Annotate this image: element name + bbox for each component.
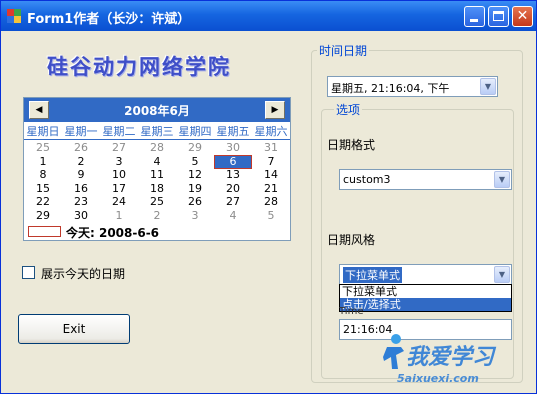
- chevron-down-icon[interactable]: ▼: [494, 171, 510, 188]
- date-format-label: 日期格式: [327, 138, 376, 152]
- date-format-select[interactable]: custom3 ▼: [339, 169, 512, 190]
- weekday-label: 星期六: [254, 125, 288, 138]
- calendar-day[interactable]: 29: [24, 209, 62, 223]
- today-marker: [28, 226, 61, 237]
- calendar-day[interactable]: 30: [62, 209, 100, 223]
- date-style-label: 日期风格: [327, 233, 376, 247]
- calendar-month-title[interactable]: 2008年6月: [84, 102, 230, 119]
- dropdown-option[interactable]: 下拉菜单式: [340, 285, 511, 298]
- calendar-day[interactable]: 3: [100, 155, 138, 169]
- date-format-value: custom3: [343, 173, 391, 186]
- main-window: Form1作者（长沙：许斌） ✕ 硅谷动力网络学院 ◀ 2008年6月 ▶ 星期…: [0, 0, 537, 394]
- calendar-day[interactable]: 4: [138, 155, 176, 169]
- maximize-button[interactable]: [488, 6, 509, 27]
- weekday-label: 星期四: [178, 125, 212, 138]
- dropdown-option-highlighted[interactable]: 点击/选择式: [340, 298, 511, 311]
- brand-title: 硅谷动力网络学院: [47, 55, 231, 79]
- close-icon: ✕: [516, 8, 529, 24]
- weekday-label: 星期二: [102, 125, 136, 138]
- next-month-button[interactable]: ▶: [265, 101, 285, 119]
- calendar-day[interactable]: 20: [214, 182, 252, 196]
- watermark-site: 5aixuexi.com: [397, 372, 479, 385]
- calendar-day[interactable]: 10: [100, 168, 138, 182]
- calendar-day[interactable]: 16: [62, 182, 100, 196]
- chevron-left-icon: ◀: [35, 105, 43, 115]
- watermark-text: 我爱学习: [406, 345, 495, 370]
- calendar-day[interactable]: 21: [252, 182, 290, 196]
- datetime-group-label: 时间日期: [317, 42, 370, 59]
- today-link[interactable]: 今天: 2008-6-6: [66, 224, 159, 241]
- calendar-day[interactable]: 26: [62, 141, 100, 155]
- calendar-day[interactable]: 23: [62, 195, 100, 209]
- weekday-label: 星期五: [216, 125, 250, 138]
- show-today-checkbox[interactable]: [22, 266, 35, 279]
- calendar-day[interactable]: 1: [100, 209, 138, 223]
- calendar-day[interactable]: 28: [252, 195, 290, 209]
- calendar-day[interactable]: 5: [176, 155, 214, 169]
- weekday-label: 星期三: [140, 125, 174, 138]
- calendar-day[interactable]: 27: [214, 195, 252, 209]
- calendar-day[interactable]: 28: [138, 141, 176, 155]
- calendar-day[interactable]: 24: [100, 195, 138, 209]
- window-title: Form1作者（长沙：许斌）: [27, 12, 191, 27]
- calendar-day[interactable]: 9: [62, 168, 100, 182]
- calendar-day[interactable]: 1: [24, 155, 62, 169]
- date-style-value: 下拉菜单式: [343, 267, 402, 283]
- calendar-day[interactable]: 2: [138, 209, 176, 223]
- minimize-button[interactable]: [464, 6, 485, 27]
- calendar-day[interactable]: 30: [214, 141, 252, 155]
- weekday-header-row: 星期日 星期一 星期二 星期三 星期四 星期五 星期六: [24, 124, 290, 140]
- chevron-down-icon[interactable]: ▼: [480, 78, 496, 95]
- title-bar[interactable]: Form1作者（长沙：许斌） ✕: [1, 1, 536, 31]
- calendar-day[interactable]: 25: [138, 195, 176, 209]
- app-icon[interactable]: [7, 9, 21, 23]
- time-label: Time: [339, 306, 364, 317]
- calendar-day[interactable]: 14: [252, 168, 290, 182]
- calendar-day[interactable]: 5: [252, 209, 290, 223]
- datetime-picker[interactable]: 星期五, 21:16:04, 下午 ▼: [327, 76, 498, 97]
- calendar-day[interactable]: 13: [214, 168, 252, 182]
- calendar-day[interactable]: 12: [176, 168, 214, 182]
- chevron-down-icon[interactable]: ▼: [494, 266, 510, 283]
- calendar-day[interactable]: 17: [100, 182, 138, 196]
- calendar-header: ◀ 2008年6月 ▶: [24, 98, 290, 122]
- calendar-day[interactable]: 4: [214, 209, 252, 223]
- minimize-icon: [470, 19, 478, 22]
- maximize-icon: [493, 11, 504, 21]
- weekday-label: 星期一: [64, 125, 98, 138]
- calendar-day[interactable]: 19: [176, 182, 214, 196]
- close-button[interactable]: ✕: [512, 6, 533, 27]
- weekday-label: 星期日: [26, 125, 60, 138]
- chevron-right-icon: ▶: [271, 105, 279, 115]
- calendar-day[interactable]: 3: [176, 209, 214, 223]
- calendar-day[interactable]: 18: [138, 182, 176, 196]
- datetime-picker-value: 星期五, 21:16:04, 下午: [331, 82, 450, 95]
- options-group-label: 选项: [334, 101, 363, 118]
- calendar-day[interactable]: 8: [24, 168, 62, 182]
- calendar-day[interactable]: 2: [62, 155, 100, 169]
- date-style-select[interactable]: 下拉菜单式 ▼: [339, 264, 512, 285]
- calendar-day[interactable]: 15: [24, 182, 62, 196]
- month-calendar[interactable]: ◀ 2008年6月 ▶ 星期日 星期一 星期二 星期三 星期四 星期五 星期六 …: [23, 97, 291, 241]
- watermark-figure-icon: [383, 334, 404, 369]
- calendar-day[interactable]: 25: [24, 141, 62, 155]
- date-style-dropdown-list[interactable]: 下拉菜单式 点击/选择式: [339, 284, 512, 312]
- show-today-label[interactable]: 展示今天的日期: [41, 265, 125, 282]
- calendar-day[interactable]: 11: [138, 168, 176, 182]
- calendar-day[interactable]: 29: [176, 141, 214, 155]
- calendar-day[interactable]: 22: [24, 195, 62, 209]
- exit-button[interactable]: Exit: [18, 314, 130, 344]
- prev-month-button[interactable]: ◀: [29, 101, 49, 119]
- calendar-day[interactable]: 26: [176, 195, 214, 209]
- time-field[interactable]: 21:16:04: [339, 319, 512, 340]
- calendar-day[interactable]: 7: [252, 155, 290, 169]
- calendar-day-selected[interactable]: 6: [214, 154, 252, 169]
- calendar-day[interactable]: 31: [252, 141, 290, 155]
- calendar-day[interactable]: 27: [100, 141, 138, 155]
